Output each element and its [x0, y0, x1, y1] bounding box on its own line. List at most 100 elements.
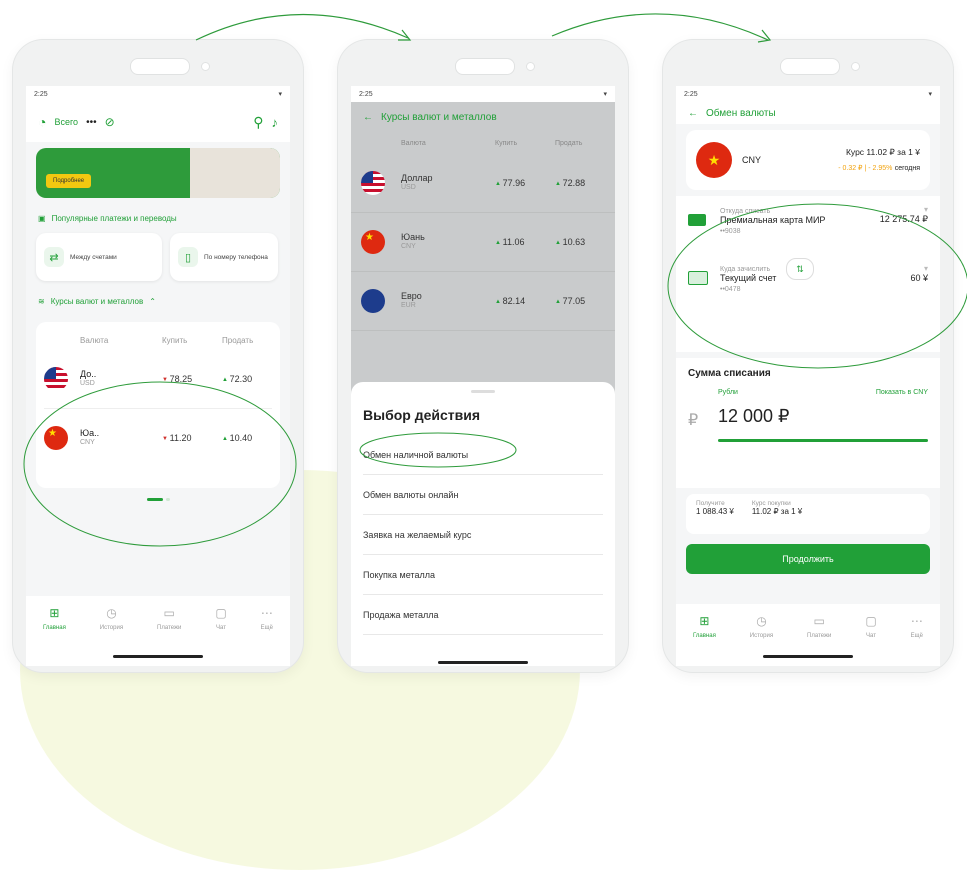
home-screen: 2:25 ▾ ◔ Всего ••• ⊘ ⚲ ♪ Подробнее ▣ Попул… — [26, 86, 290, 666]
option-cash-exchange[interactable]: Обмен наличной валюты — [363, 435, 603, 475]
quick-label: Между счетами — [70, 253, 117, 261]
quick-between-accounts[interactable]: ⇄ Между счетами — [36, 233, 162, 281]
signal-icon: ▾ — [928, 91, 932, 98]
option-online-exchange[interactable]: Обмен валюты онлайн — [363, 475, 603, 515]
tab-label: Ещё — [260, 625, 273, 631]
sell-rate: 72.88 — [555, 178, 605, 188]
tab-chat[interactable]: ▢ Чат — [865, 614, 876, 666]
tab-label: Ещё — [910, 633, 923, 639]
china-flag-icon: ★ — [44, 426, 68, 450]
col-sell: Продать — [222, 335, 254, 345]
tab-label: Главная — [42, 625, 66, 631]
layers-icon: ≋ — [38, 297, 45, 306]
popular-section-title[interactable]: ▣ Популярные платежи и переводы — [26, 204, 290, 233]
option-sell-metal[interactable]: Продажа металла — [363, 595, 603, 635]
sell-rate: 10.40 — [222, 433, 272, 443]
more-icon: ⋯ — [910, 614, 923, 628]
tab-label: Главная — [692, 633, 716, 639]
rates-header: Валюта Купить Продать — [44, 330, 272, 350]
amount-currency: Рубли — [718, 389, 738, 396]
arrow-head-1 — [398, 29, 412, 41]
phone-camera — [526, 62, 535, 71]
sheet-title: Выбор действия — [363, 407, 481, 423]
tab-label: История — [99, 625, 124, 631]
rates-screen: 2:25 ▾ ← Курсы валют и металлов Валюта Купи… — [351, 86, 615, 666]
rate-row-usd[interactable]: До..USD 78.2572.30 — [44, 350, 272, 409]
home-header: ◔ Всего ••• ⊘ ⚲ ♪ — [26, 102, 290, 142]
currency-name: До.. — [80, 369, 97, 380]
tab-payments[interactable]: ▭ Платежи — [807, 614, 831, 666]
rate-row-cny[interactable]: ★ Юа..CNY 11.2010.40 — [44, 409, 272, 467]
accounts-block: Откуда списать Премиальная карта МИР ••903… — [676, 196, 940, 352]
tab-chat[interactable]: ▢ Чат — [215, 606, 226, 666]
buy-rate-label: Курс покупки — [751, 500, 791, 507]
chevron-down-icon: ▾ — [923, 205, 928, 214]
amount-title: Сумма списания — [688, 368, 771, 379]
option-buy-metal[interactable]: Покупка металла — [363, 555, 603, 595]
buy-rate: 77.96 — [495, 178, 555, 188]
flow-arrow-1 — [195, 13, 409, 41]
tab-home[interactable]: ⊞ Главная — [693, 614, 716, 666]
from-label: Откуда списать — [720, 207, 771, 215]
sheet-handle[interactable] — [471, 390, 495, 393]
from-account[interactable]: Откуда списать Премиальная карта МИР ••903… — [688, 204, 928, 235]
option-desired-rate[interactable]: Заявка на желаемый курс — [363, 515, 603, 555]
quick-by-phone[interactable]: ▯ По номеру телефона — [170, 233, 278, 281]
pie-chart-icon[interactable]: ◔ — [38, 114, 46, 130]
phone-icon: ▯ — [178, 247, 198, 267]
rates-section-title[interactable]: ≋ Курсы валют и металлов ⌃ — [26, 287, 290, 316]
rate-change-when: сегодня — [894, 164, 920, 172]
quick-label: По номеру телефона — [204, 253, 268, 261]
usa-flag-icon — [44, 367, 68, 391]
exchange-header: ← Обмен валюты — [676, 102, 940, 124]
tab-history[interactable]: ◷ История — [750, 614, 773, 666]
tab-more[interactable]: ⋯ Ещё — [911, 614, 923, 666]
pager-dots — [26, 498, 290, 501]
status-bar: 2:25 ▾ — [676, 86, 940, 102]
continue-button[interactable]: Продолжить — [686, 544, 930, 574]
currency-code: CNY — [401, 243, 416, 251]
currency-card[interactable]: ★ CNY Курс 11.02 ₽ за 1 ¥ - 0.32 ₽ | - 2… — [686, 130, 930, 190]
usa-flag-icon — [361, 171, 385, 195]
swap-button[interactable]: ⇅ — [786, 258, 814, 280]
col-buy: Купить — [162, 335, 188, 345]
receive-label: Получите — [696, 500, 725, 507]
back-arrow-icon[interactable]: ← — [688, 108, 698, 119]
amount-input[interactable]: 12 000 ₽ — [718, 406, 928, 427]
buy-rate: 11.06 — [495, 237, 555, 247]
tab-home[interactable]: ⊞ Главная — [43, 606, 66, 666]
amount-underline — [718, 439, 928, 442]
bell-icon[interactable]: ♪ — [272, 115, 279, 130]
grid-icon: ⊞ — [49, 606, 60, 620]
buy-rate: 11.20 — [162, 433, 222, 443]
currency-name: Юа.. — [80, 428, 100, 439]
more-icon: ⋯ — [260, 606, 273, 620]
tab-bar: ⊞ Главная ◷ История ▭ Платежи ▢ Чат ⋯ Ещё — [26, 596, 290, 666]
tab-bar: ⊞ Главная ◷ История ▭ Платежи ▢ Чат ⋯ Ещё — [676, 604, 940, 666]
rate-row-eur[interactable]: ЕвроEUR 82.1477.05 — [351, 272, 615, 331]
rates-columns: Валюта Купить Продать — [351, 132, 615, 154]
banner-details-button[interactable]: Подробнее — [46, 174, 92, 188]
status-time: 2:25 — [34, 90, 48, 98]
back-arrow-icon[interactable]: ← — [363, 112, 373, 123]
action-sheet: Выбор действия Обмен наличной валюты Обм… — [351, 382, 615, 666]
currency-code: CNY — [742, 155, 762, 165]
popular-title-text: Популярные платежи и переводы — [51, 214, 177, 223]
tab-label: Платежи — [157, 625, 182, 631]
home-indicator — [113, 655, 203, 658]
eye-off-icon[interactable]: ⊘ — [105, 115, 115, 129]
rate-row-usd[interactable]: ДолларUSD 77.9672.88 — [351, 154, 615, 213]
grid-icon: ⊞ — [699, 614, 710, 628]
total-label[interactable]: Всего — [54, 117, 78, 127]
currency-name: Евро — [401, 291, 422, 302]
show-in-cny-link[interactable]: Показать в CNY — [876, 389, 928, 396]
promo-banner[interactable]: Подробнее — [36, 148, 280, 198]
tab-more[interactable]: ⋯ Ещё — [261, 606, 273, 666]
status-bar: 2:25 ▾ — [351, 86, 615, 102]
currency-code: USD — [80, 380, 95, 388]
rate-row-cny[interactable]: ★ ЮаньCNY 11.0610.63 — [351, 213, 615, 272]
rate-change: - 0.32 ₽ | - 2.95% — [838, 164, 893, 172]
from-number: ••9038 — [720, 227, 741, 235]
receive-value: 1 088.43 ¥ — [696, 507, 734, 516]
search-icon[interactable]: ⚲ — [253, 114, 263, 131]
